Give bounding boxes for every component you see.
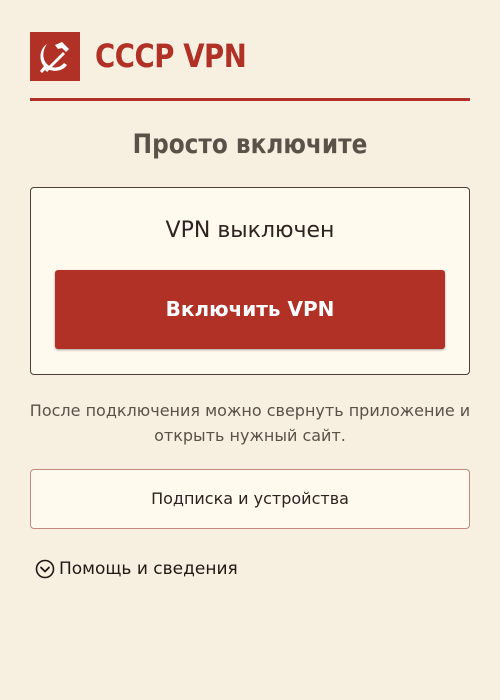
vpn-status-text: VPN выключен <box>165 218 335 243</box>
enable-vpn-button[interactable]: Включить VPN <box>55 270 445 349</box>
app-header: СССР VPN <box>30 32 470 82</box>
subscription-devices-button[interactable]: Подписка и устройства <box>30 469 470 529</box>
help-info-label: Помощь и сведения <box>59 559 238 579</box>
connection-hint: После подключения можно свернуть приложе… <box>29 401 471 445</box>
hammer-sickle-icon <box>30 32 80 81</box>
vpn-status-card: VPN выключен Включить VPN <box>30 187 470 375</box>
page-title: Просто включите <box>132 129 368 160</box>
help-info-toggle[interactable]: Помощь и сведения <box>35 556 238 582</box>
app-title: СССР VPN <box>95 37 247 75</box>
header-divider <box>30 98 470 101</box>
chevron-down-circle-icon <box>35 559 55 579</box>
